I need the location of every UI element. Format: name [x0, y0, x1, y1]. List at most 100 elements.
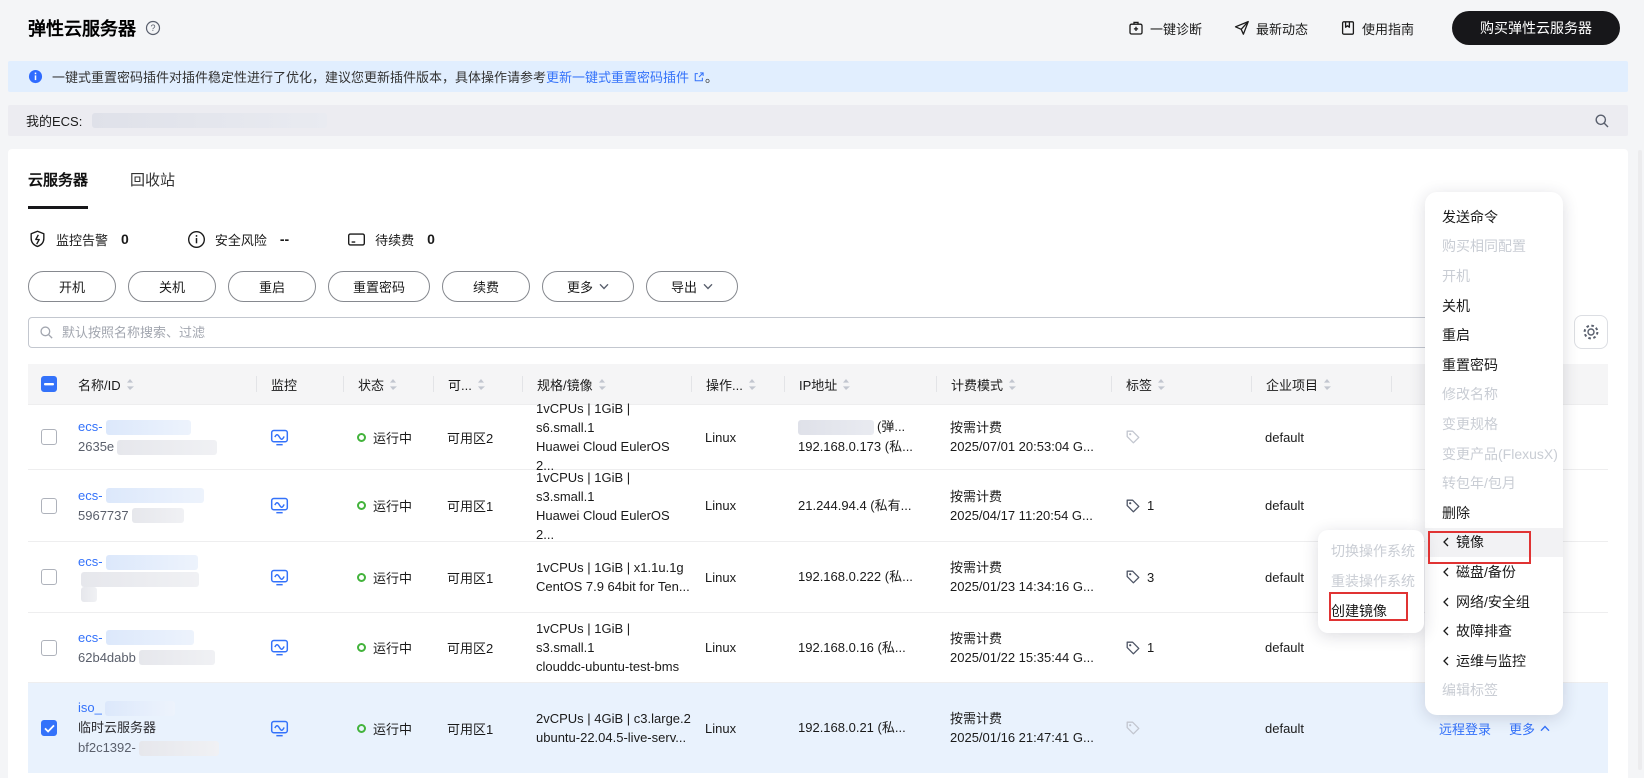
remote-login-link[interactable]: 远程登录	[1439, 719, 1491, 738]
sort-icon[interactable]	[1323, 378, 1332, 391]
row-checkbox[interactable]	[41, 639, 57, 656]
buy-ecs-button[interactable]: 购买弹性云服务器	[1452, 11, 1620, 45]
summary-item-2[interactable]: 待续费 0	[347, 230, 435, 249]
sort-icon[interactable]	[126, 378, 134, 391]
menu-item-10[interactable]: 删除	[1425, 498, 1563, 528]
my-ecs-bar: 我的ECS:	[8, 105, 1628, 136]
summary-item-1[interactable]: 安全风险 --	[187, 230, 289, 249]
menu-item-5[interactable]: 重置密码	[1425, 350, 1563, 380]
banner-link[interactable]: 更新一键式重置密码插件	[546, 67, 705, 86]
cell-tags[interactable]: 3	[1111, 569, 1251, 585]
help-icon[interactable]: ?	[145, 20, 161, 36]
cell-name-id: ecs- 5967737	[64, 486, 256, 526]
menu-item-7: 变更规格	[1442, 415, 1498, 432]
guide-icon	[1340, 20, 1356, 36]
running-status-icon	[357, 572, 366, 582]
topbar-action-2[interactable]: 使用指南	[1340, 19, 1414, 38]
table-row[interactable]: ecs- 2635e 运行中 可用区2 1vCPUs | 1GiB | s6.small…	[28, 401, 1608, 473]
action-button-1[interactable]: 关机	[128, 271, 216, 302]
cell-monitoring[interactable]	[256, 496, 343, 515]
column-header-7[interactable]: 计费模式	[936, 376, 1111, 393]
sort-icon[interactable]	[598, 378, 606, 391]
search-icon	[39, 325, 54, 340]
cell-actions: 远程登录 更多	[1391, 719, 1608, 738]
sort-icon[interactable]	[748, 378, 756, 391]
menu-item-3[interactable]: 关机	[1425, 291, 1563, 321]
cell-name-id: ecs-	[64, 552, 256, 602]
column-header-4[interactable]: 规格/镜像	[522, 376, 691, 393]
topbar-action-0[interactable]: 一键诊断	[1128, 19, 1202, 38]
row-more-link[interactable]: 更多	[1509, 719, 1550, 738]
cell-os: Linux	[705, 640, 737, 655]
tab-cloud-servers[interactable]: 云服务器	[28, 169, 89, 209]
column-header-3[interactable]: 可...	[433, 376, 522, 393]
sort-icon[interactable]	[842, 378, 851, 391]
cell-monitoring[interactable]	[256, 568, 343, 587]
action-button-4[interactable]: 续费	[442, 271, 531, 302]
filter-row	[28, 315, 1608, 349]
row-checkbox[interactable]	[41, 429, 57, 445]
menu-item-0[interactable]: 发送命令	[1425, 202, 1563, 232]
dropdown-button-0[interactable]: 更多	[542, 271, 635, 302]
table-search-input[interactable]	[62, 324, 1505, 340]
column-header-8[interactable]: 标签	[1111, 376, 1251, 393]
server-name-link[interactable]: ecs-	[78, 486, 103, 506]
cell-enterprise-project: default	[1265, 720, 1305, 736]
action-button-3[interactable]: 重置密码	[328, 271, 431, 302]
menu-item-13[interactable]: 网络/安全组	[1425, 587, 1563, 617]
server-name-link[interactable]: ecs-	[78, 628, 103, 648]
cell-status: 运行中	[343, 719, 433, 738]
column-header-5[interactable]: 操作...	[691, 376, 784, 393]
cell-tags[interactable]	[1111, 429, 1251, 445]
column-header-9[interactable]: 企业项目	[1251, 376, 1391, 393]
summary-value: 0	[427, 231, 435, 247]
scrollbar[interactable]	[1638, 150, 1642, 770]
cell-monitoring[interactable]	[256, 428, 343, 447]
cell-name-id: ecs- 2635e	[64, 417, 256, 457]
column-header-2[interactable]: 状态	[343, 376, 433, 393]
sort-icon[interactable]	[477, 378, 485, 391]
select-all-checkbox[interactable]	[41, 376, 57, 392]
menu-item-14[interactable]: 故障排查	[1425, 616, 1563, 646]
action-button-0[interactable]: 开机	[28, 271, 116, 302]
menu-item-4[interactable]: 重启	[1425, 320, 1563, 350]
summary-item-0[interactable]: 监控告警 0	[28, 230, 129, 249]
row-checkbox[interactable]	[41, 569, 57, 585]
redacted-text	[138, 650, 215, 665]
menu-item-12[interactable]: 磁盘/备份	[1425, 557, 1563, 587]
menu-item-11[interactable]: 镜像	[1425, 527, 1563, 558]
column-header-0[interactable]: 名称/ID	[64, 376, 256, 393]
ecs-console-screen: 弹性云服务器 ? 一键诊断 最新动态 使用指南 购买弹性云服务器 一键式重置密码插件对…	[0, 0, 1644, 778]
action-button-2[interactable]: 重启	[228, 271, 316, 302]
cell-name-id: iso_ 临时云服务器 bf2c1392-	[64, 698, 256, 758]
redacted-text	[81, 587, 97, 602]
cell-tags[interactable]: 1	[1111, 640, 1251, 656]
search-icon[interactable]	[1594, 113, 1610, 129]
cell-monitoring[interactable]	[256, 638, 343, 657]
redacted-text	[105, 630, 194, 645]
sort-icon[interactable]	[1157, 378, 1166, 391]
news-icon	[1234, 20, 1250, 36]
column-header-1: 监控	[256, 376, 343, 393]
table-search-box[interactable]	[28, 316, 1516, 348]
column-header-6[interactable]: IP地址	[784, 376, 936, 393]
sort-icon[interactable]	[389, 378, 398, 391]
table-row[interactable]: iso_ 临时云服务器 bf2c1392- 运行中 可用区1 2vCPUs | 4GiB …	[28, 682, 1608, 773]
submenu-item-2[interactable]: 创建镜像	[1318, 596, 1424, 626]
server-name-link[interactable]: ecs-	[78, 417, 103, 437]
row-checkbox[interactable]	[41, 497, 57, 514]
settings-gear-button[interactable]	[1574, 315, 1608, 349]
row-checkbox[interactable]	[41, 720, 57, 736]
menu-item-15[interactable]: 运维与监控	[1425, 646, 1563, 676]
cell-tags[interactable]	[1111, 720, 1251, 736]
topbar-action-1[interactable]: 最新动态	[1234, 19, 1308, 38]
server-name-link[interactable]: iso_	[78, 698, 102, 718]
cell-tags[interactable]: 1	[1111, 498, 1251, 514]
cell-monitoring[interactable]	[256, 719, 343, 738]
cell-billing: 按需计费 2025/01/23 14:34:16 G...	[950, 560, 1094, 594]
cell-os: Linux	[705, 720, 737, 736]
server-name-link[interactable]: ecs-	[78, 552, 103, 572]
tab-recycle-bin[interactable]: 回收站	[130, 169, 175, 209]
dropdown-button-1[interactable]: 导出	[646, 271, 739, 302]
sort-icon[interactable]	[1008, 378, 1017, 391]
